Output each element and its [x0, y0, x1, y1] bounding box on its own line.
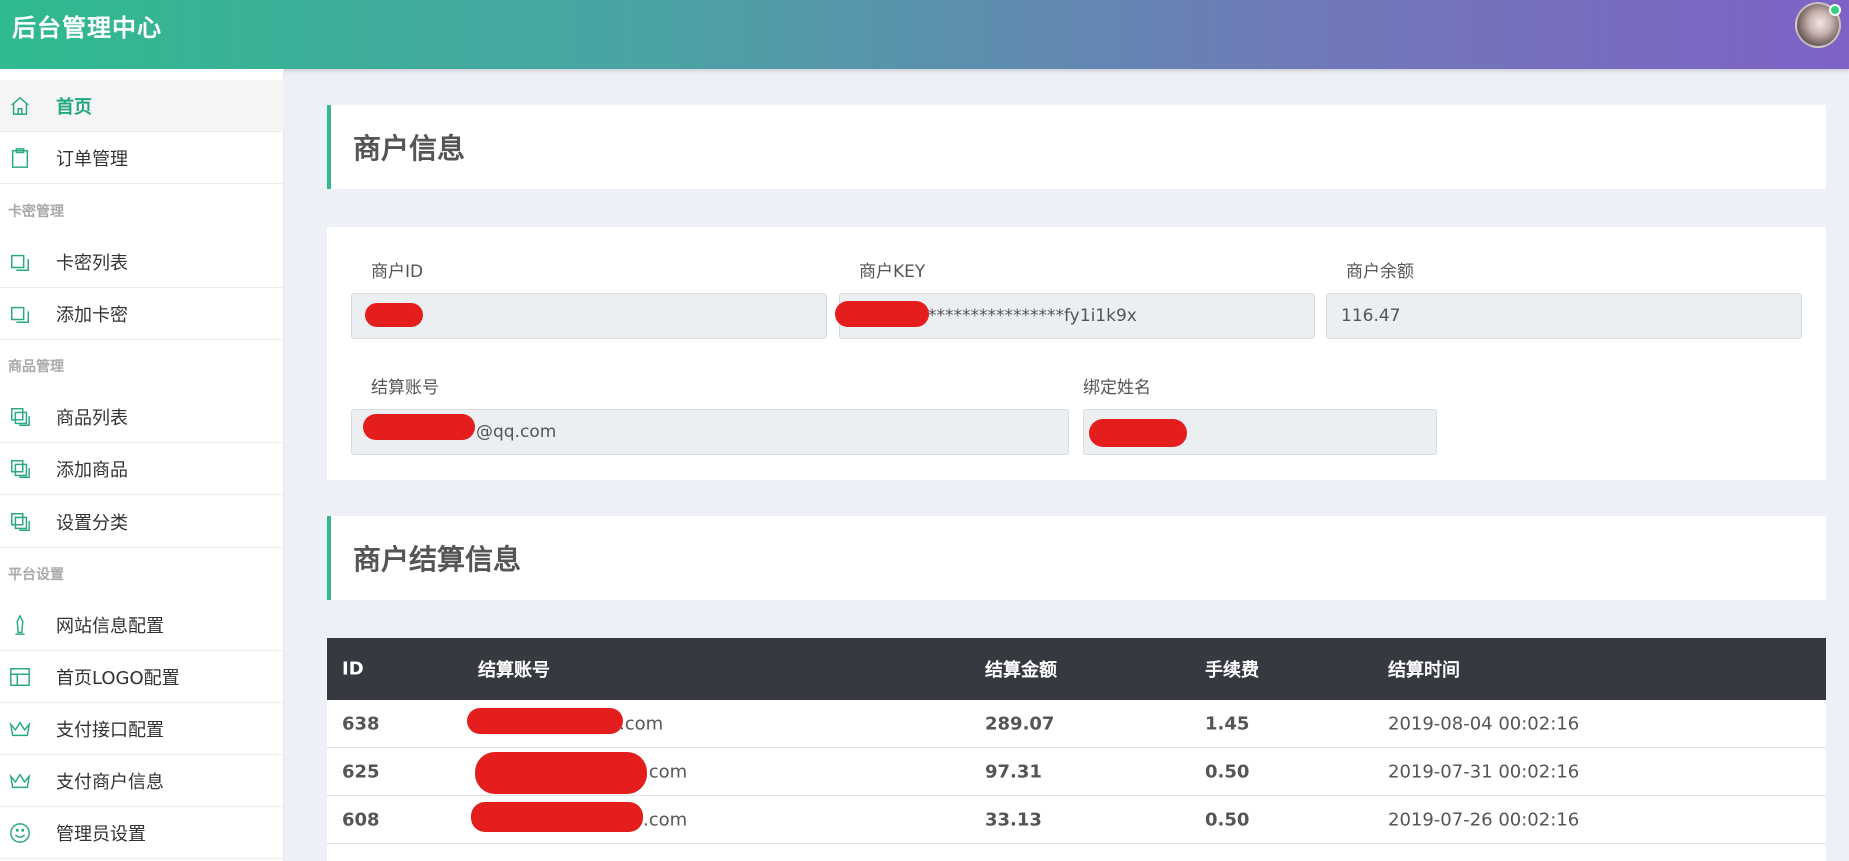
merchant-balance-value: 116.47 [1341, 306, 1401, 326]
sidebar-item-add-card[interactable]: 添加卡密 [0, 288, 284, 340]
sidebar-item-card-list[interactable]: 卡密列表 [0, 236, 284, 288]
merchant-key-value: ****************fy1i1k9x [928, 306, 1137, 326]
merchant-balance-label: 商户余额 [1346, 262, 1414, 282]
sidebar-item-payment-merchant[interactable]: 支付商户信息 [0, 755, 284, 807]
sidebar-item-label: 支付商户信息 [56, 771, 164, 793]
redaction-mark [467, 708, 623, 734]
sidebar-item-admin-settings[interactable]: 管理员设置 [0, 807, 284, 859]
sidebar-item-logo-config[interactable]: 首页LOGO配置 [0, 651, 284, 703]
merchant-balance-field[interactable]: 116.47 [1326, 293, 1802, 339]
redaction-mark [1089, 419, 1187, 447]
sidebar-group-products: 商品管理 [8, 359, 64, 375]
cell-amount: 97.31 [985, 761, 1042, 782]
redaction-mark [363, 414, 475, 440]
cell-fee: 1.45 [1205, 713, 1250, 734]
sidebar-item-product-list[interactable]: 商品列表 [0, 391, 284, 443]
sidebar-item-label: 添加商品 [56, 459, 128, 481]
sidebar-item-add-product[interactable]: 添加商品 [0, 443, 284, 495]
pen-icon [8, 613, 32, 637]
table-header: ID 结算账号 结算金额 手续费 结算时间 [327, 638, 1826, 700]
cell-id: 638 [342, 713, 380, 734]
sidebar-item-label: 设置分类 [56, 512, 128, 534]
sidebar-item-label: 管理员设置 [56, 823, 146, 845]
home-icon [8, 94, 32, 118]
cell-account: .com [643, 761, 688, 782]
crown-icon [8, 717, 32, 741]
cell-id: 608 [342, 809, 380, 830]
layout-icon [8, 665, 32, 689]
settlement-info-header: 商户结算信息 [327, 516, 1826, 600]
column-id: ID [342, 658, 364, 680]
page-title: 商户信息 [353, 132, 466, 165]
merchant-info-card: 商户ID 商户KEY ****************fy1i1k9x 商户余额… [327, 227, 1826, 480]
redaction-mark [475, 752, 647, 794]
online-status-icon [1829, 4, 1841, 16]
bound-name-label: 绑定姓名 [1083, 378, 1151, 398]
sidebar-item-label: 网站信息配置 [56, 615, 164, 637]
column-fee: 手续费 [1205, 660, 1259, 681]
redaction-mark [365, 303, 423, 327]
sidebar-item-site-config[interactable]: 网站信息配置 [0, 599, 284, 651]
cell-amount: 33.13 [985, 809, 1042, 830]
crown-icon [8, 769, 32, 793]
sidebar-item-label: 支付接口配置 [56, 719, 164, 741]
layers-icon [8, 457, 32, 481]
settlement-table: ID 结算账号 结算金额 手续费 结算时间 638 .com 289.07 1.… [327, 638, 1826, 861]
copy-icon [8, 250, 32, 274]
sidebar-item-label: 订单管理 [56, 148, 128, 170]
cell-id: 625 [342, 761, 380, 782]
brand-title: 后台管理中心 [12, 14, 162, 42]
redaction-mark [835, 301, 929, 327]
cell-time: 2019-07-31 00:02:16 [1388, 761, 1580, 782]
layers-icon [8, 510, 32, 534]
sidebar-item-label: 首页LOGO配置 [56, 667, 180, 689]
sidebar-item-label: 商品列表 [56, 407, 128, 429]
settlement-account-value: @qq.com [476, 422, 557, 442]
sidebar-group-cards: 卡密管理 [8, 204, 64, 220]
column-account: 结算账号 [478, 660, 550, 681]
merchant-key-label: 商户KEY [859, 262, 926, 282]
top-header: 后台管理中心 [0, 0, 1849, 69]
cell-time: 2019-08-04 00:02:16 [1388, 713, 1580, 734]
cell-amount: 289.07 [985, 713, 1055, 734]
sidebar: 首页 订单管理 卡密管理 卡密列表 添加卡密 商品管理 商品列表 添加商品 设置… [0, 69, 284, 861]
sidebar-item-payment-config[interactable]: 支付接口配置 [0, 703, 284, 755]
layers-icon [8, 405, 32, 429]
column-amount: 结算金额 [985, 660, 1057, 681]
sidebar-item-label: 卡密列表 [56, 252, 128, 274]
cell-time: 2019-07-26 00:02:16 [1388, 809, 1580, 830]
cell-fee: 0.50 [1205, 809, 1250, 830]
section-title: 商户结算信息 [353, 543, 522, 576]
cell-fee: 0.50 [1205, 761, 1250, 782]
cell-account: .com [643, 809, 688, 830]
sidebar-item-home[interactable]: 首页 [0, 80, 284, 132]
copy-icon [8, 302, 32, 326]
merchant-id-label: 商户ID [371, 262, 424, 282]
column-time: 结算时间 [1388, 660, 1460, 681]
cell-account: .com [619, 713, 664, 734]
sidebar-item-label: 首页 [56, 96, 92, 118]
sidebar-group-platform: 平台设置 [8, 567, 64, 583]
settlement-account-label: 结算账号 [371, 378, 439, 398]
sidebar-item-categories[interactable]: 设置分类 [0, 496, 284, 548]
redaction-mark [471, 802, 643, 832]
merchant-info-header: 商户信息 [327, 105, 1826, 189]
clipboard-icon [8, 146, 32, 170]
smile-icon [8, 821, 32, 845]
sidebar-item-label: 添加卡密 [56, 304, 128, 326]
sidebar-item-orders[interactable]: 订单管理 [0, 132, 284, 184]
